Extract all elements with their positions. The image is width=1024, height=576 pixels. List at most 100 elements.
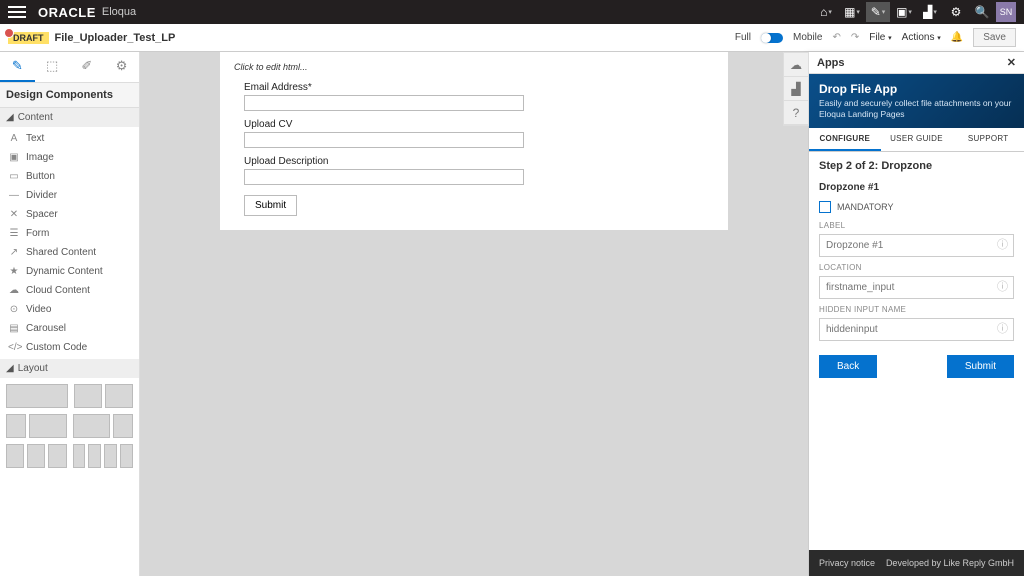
label-desc: Upload Description	[244, 156, 714, 167]
apps-footer: Privacy notice Developed by Like Reply G…	[809, 550, 1024, 576]
header-icon-row: ⌂▾ ▦▾ ✎▾ ▣▾ ▟▾ ⚙ 🔍 SN	[814, 2, 1016, 22]
tab-guide[interactable]: USER GUIDE	[881, 128, 953, 151]
info-icon[interactable]: ⓘ	[997, 236, 1008, 252]
stats-icon[interactable]: ▟	[784, 77, 808, 101]
comp-form[interactable]: ☰Form	[0, 224, 139, 243]
canvas-wrap: Click to edit html... Email Address* Upl…	[140, 52, 808, 576]
apps-head: Apps ✕	[809, 52, 1024, 74]
step-title: Step 2 of 2: Dropzone	[819, 160, 1014, 172]
credit: Developed by Like Reply GmbH	[886, 558, 1014, 568]
input-email[interactable]	[244, 95, 524, 111]
close-icon[interactable]: ✕	[1007, 56, 1016, 69]
apps-hero-desc: Easily and securely collect file attachm…	[819, 98, 1014, 120]
search-icon[interactable]: 🔍	[970, 2, 994, 22]
comp-divider[interactable]: —Divider	[0, 186, 139, 205]
grid-icon[interactable]: ▦▾	[840, 2, 864, 22]
location-input[interactable]	[819, 276, 1014, 299]
mandatory-row[interactable]: MANDATORY	[819, 201, 1014, 213]
cube-tab-icon[interactable]: ⬚	[35, 52, 70, 82]
bell-icon[interactable]: 🔔	[951, 32, 963, 43]
sidebar-toolstrip: ✎ ⬚ ✐ ⚙	[0, 52, 139, 83]
apps-button-row: Back Submit	[819, 355, 1014, 378]
save-button[interactable]: Save	[973, 28, 1016, 47]
layout-3col[interactable]	[6, 444, 67, 468]
privacy-link[interactable]: Privacy notice	[819, 558, 875, 568]
apps-panel: Apps ✕ Drop File App Easily and securely…	[808, 52, 1024, 576]
gear-icon[interactable]: ⚙	[944, 2, 968, 22]
layout-1-1b[interactable]	[73, 414, 134, 438]
status-badge: DRAFT	[8, 32, 49, 44]
layout-2col[interactable]	[74, 384, 134, 408]
comp-video[interactable]: ⊙Video	[0, 300, 139, 319]
design-tab-icon[interactable]: ✎	[0, 52, 35, 82]
edit-hint: Click to edit html...	[234, 62, 714, 72]
layout-1col[interactable]	[6, 384, 68, 408]
apps-tabs: CONFIGURE USER GUIDE SUPPORT	[809, 128, 1024, 152]
info-icon-2[interactable]: ⓘ	[997, 278, 1008, 294]
subheader-right: Full Mobile ↶ ↷ File ▾ Actions ▾ 🔔 Save	[735, 28, 1016, 47]
home-icon[interactable]: ⌂▾	[814, 2, 838, 22]
hidden-heading: HIDDEN INPUT NAME	[819, 305, 1014, 314]
help-icon[interactable]: ?	[784, 101, 808, 125]
field-cv: Upload CV	[244, 119, 714, 148]
comp-carousel[interactable]: ▤Carousel	[0, 319, 139, 338]
comp-spacer[interactable]: ✕Spacer	[0, 205, 139, 224]
form-submit-button[interactable]: Submit	[244, 195, 297, 216]
input-cv[interactable]	[244, 132, 524, 148]
comp-dynamic[interactable]: ★Dynamic Content	[0, 262, 139, 281]
view-full-label: Full	[735, 32, 751, 43]
content-list: AText ▣Image ▭Button —Divider ✕Spacer ☰F…	[0, 127, 139, 359]
cloud-icon[interactable]: ☁	[784, 53, 808, 77]
file-menu[interactable]: File ▾	[869, 32, 891, 43]
layout-4col[interactable]	[73, 444, 134, 468]
view-mobile-label: Mobile	[793, 32, 822, 43]
comp-image[interactable]: ▣Image	[0, 148, 139, 167]
layout-grid	[0, 378, 139, 474]
content-section-head[interactable]: ◢ Content	[0, 108, 139, 127]
pencil-icon[interactable]: ✎▾	[866, 2, 890, 22]
chart-icon[interactable]: ▟▾	[918, 2, 942, 22]
tab-support[interactable]: SUPPORT	[952, 128, 1024, 151]
apps-submit-button[interactable]: Submit	[947, 355, 1014, 378]
left-sidebar: ✎ ⬚ ✐ ⚙ Design Components ◢ Content ATex…	[0, 52, 140, 576]
field-email: Email Address*	[244, 82, 714, 111]
hamburger-icon[interactable]	[8, 6, 26, 18]
back-button[interactable]: Back	[819, 355, 877, 378]
comp-text[interactable]: AText	[0, 129, 139, 148]
top-header: ORACLE Eloqua ⌂▾ ▦▾ ✎▾ ▣▾ ▟▾ ⚙ 🔍 SN	[0, 0, 1024, 24]
page-block[interactable]: Click to edit html... Email Address* Upl…	[220, 52, 728, 230]
mandatory-checkbox[interactable]	[819, 201, 831, 213]
label-cv: Upload CV	[244, 119, 714, 130]
brand: ORACLE	[38, 5, 96, 20]
brush-tab-icon[interactable]: ✐	[70, 52, 105, 82]
page-name: File_Uploader_Test_LP	[55, 32, 176, 44]
apps-title: Apps	[817, 57, 845, 69]
canvas-side-rail: ☁ ▟ ?	[783, 52, 809, 126]
input-desc[interactable]	[244, 169, 524, 185]
info-icon-3[interactable]: ⓘ	[997, 320, 1008, 336]
user-avatar[interactable]: SN	[996, 2, 1016, 22]
actions-menu[interactable]: Actions ▾	[902, 32, 941, 43]
layout-section-head[interactable]: ◢ Layout	[0, 359, 139, 378]
image-icon[interactable]: ▣▾	[892, 2, 916, 22]
comp-cloud[interactable]: ☁Cloud Content	[0, 281, 139, 300]
apps-body: Step 2 of 2: Dropzone Dropzone #1 MANDAT…	[809, 152, 1024, 386]
label-input[interactable]	[819, 234, 1014, 257]
product-name: Eloqua	[102, 6, 136, 18]
comp-shared[interactable]: ↗Shared Content	[0, 243, 139, 262]
subheader: DRAFT File_Uploader_Test_LP Full Mobile …	[0, 24, 1024, 52]
hidden-input[interactable]	[819, 318, 1014, 341]
main-area: ✎ ⬚ ✐ ⚙ Design Components ◢ Content ATex…	[0, 52, 1024, 576]
comp-custom[interactable]: </>Custom Code	[0, 338, 139, 357]
comp-button[interactable]: ▭Button	[0, 167, 139, 186]
undo-icon[interactable]: ↶	[832, 32, 840, 43]
canvas[interactable]: Click to edit html... Email Address* Upl…	[140, 52, 808, 576]
label-email: Email Address*	[244, 82, 714, 93]
apps-hero: Drop File App Easily and securely collec…	[809, 74, 1024, 128]
view-toggle[interactable]	[761, 33, 783, 43]
apps-hero-title: Drop File App	[819, 82, 1014, 96]
layout-1-1[interactable]	[6, 414, 67, 438]
tab-configure[interactable]: CONFIGURE	[809, 128, 881, 151]
gear-tab-icon[interactable]: ⚙	[104, 52, 139, 82]
redo-icon[interactable]: ↷	[851, 32, 859, 43]
